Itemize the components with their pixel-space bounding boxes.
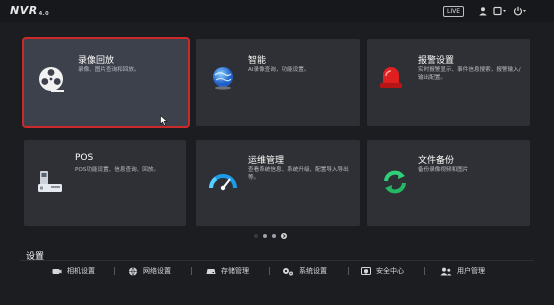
network-icon xyxy=(129,266,137,276)
logo-version: 4.0 xyxy=(38,11,50,17)
power-icon[interactable] xyxy=(513,5,529,17)
tile-title: 文件备份 xyxy=(418,156,455,166)
settings-security[interactable]: 安全中心 xyxy=(361,265,404,277)
ai-globe-icon xyxy=(210,65,236,95)
live-button[interactable]: LIVE xyxy=(443,6,465,17)
tile-description: AI录像查询，功能设置。 xyxy=(248,67,310,73)
tile-smart[interactable]: 智能 AI录像查询，功能设置。 xyxy=(196,39,360,126)
tile-backup[interactable]: 文件备份 备份录像视频和图片 xyxy=(367,140,530,226)
mouse-cursor-icon xyxy=(160,111,168,130)
settings-system[interactable]: 系统设置 xyxy=(282,265,327,277)
next-page-icon[interactable] xyxy=(281,233,287,239)
film-reel-icon xyxy=(36,64,66,98)
shield-icon xyxy=(361,266,371,275)
dashboard-icon[interactable] xyxy=(493,5,509,17)
page-dot-current[interactable] xyxy=(263,234,267,238)
users-icon xyxy=(440,267,452,275)
separator xyxy=(348,267,349,275)
separator xyxy=(114,267,115,275)
settings-camera[interactable]: 相机设置 xyxy=(52,265,95,277)
settings-item-label: 用户管理 xyxy=(457,267,485,275)
separator xyxy=(269,267,270,275)
tile-description: 实时报警显示、事件信息搜索，报警输入/输出配置。 xyxy=(418,67,521,81)
nvr-logo: NVR4.0 xyxy=(10,4,49,17)
tile-title: POS xyxy=(75,153,94,163)
pos-terminal-icon xyxy=(36,167,64,199)
gauge-icon xyxy=(207,168,239,196)
tile-alarm[interactable]: 报警设置 实时报警显示、事件信息搜索，报警输入/输出配置。 xyxy=(367,39,530,126)
settings-item-label: 网络设置 xyxy=(143,267,171,275)
storage-icon xyxy=(206,268,216,274)
page-dot[interactable] xyxy=(272,234,276,238)
separator xyxy=(424,267,425,275)
alarm-light-icon xyxy=(376,63,406,95)
tile-description: 备份录像视频和图片 xyxy=(418,167,469,173)
divider xyxy=(20,260,534,261)
settings-storage[interactable]: 存储管理 xyxy=(206,265,249,277)
tile-title: 运维管理 xyxy=(248,156,285,166)
tile-pos[interactable]: POS POS功能设置、信息查询、回放。 xyxy=(24,140,186,226)
camera-icon xyxy=(52,268,62,274)
tile-maintenance[interactable]: 运维管理 查看系统信息、系统升级、配置导入导出等。 xyxy=(196,140,360,226)
separator xyxy=(191,267,192,275)
settings-item-label: 相机设置 xyxy=(67,267,95,275)
gears-icon xyxy=(283,267,293,275)
tile-description: POS功能设置、信息查询、回放。 xyxy=(75,167,160,173)
settings-users[interactable]: 用户管理 xyxy=(440,265,485,277)
settings-bar: 相机设置 网络设置 存储管理 系统设置 安全中心 用户管理 xyxy=(20,263,534,279)
settings-item-label: 存储管理 xyxy=(221,267,249,275)
tile-description: 查看系统信息、系统升级、配置导入导出等。 xyxy=(248,167,349,181)
user-icon[interactable] xyxy=(478,5,488,17)
tile-title: 智能 xyxy=(248,56,267,66)
top-bar: NVR4.0 LIVE xyxy=(0,0,554,22)
tile-title: 报警设置 xyxy=(418,56,455,66)
logo-text: NVR xyxy=(10,4,38,17)
settings-item-label: 安全中心 xyxy=(376,267,404,275)
tile-description: 录像、图片查询和回放。 xyxy=(78,67,140,73)
page-dot[interactable] xyxy=(254,234,258,238)
settings-network[interactable]: 网络设置 xyxy=(128,265,171,277)
settings-item-label: 系统设置 xyxy=(299,267,327,275)
page-indicator xyxy=(254,233,287,239)
tile-title: 录像回放 xyxy=(78,56,115,66)
sync-icon xyxy=(380,167,410,201)
